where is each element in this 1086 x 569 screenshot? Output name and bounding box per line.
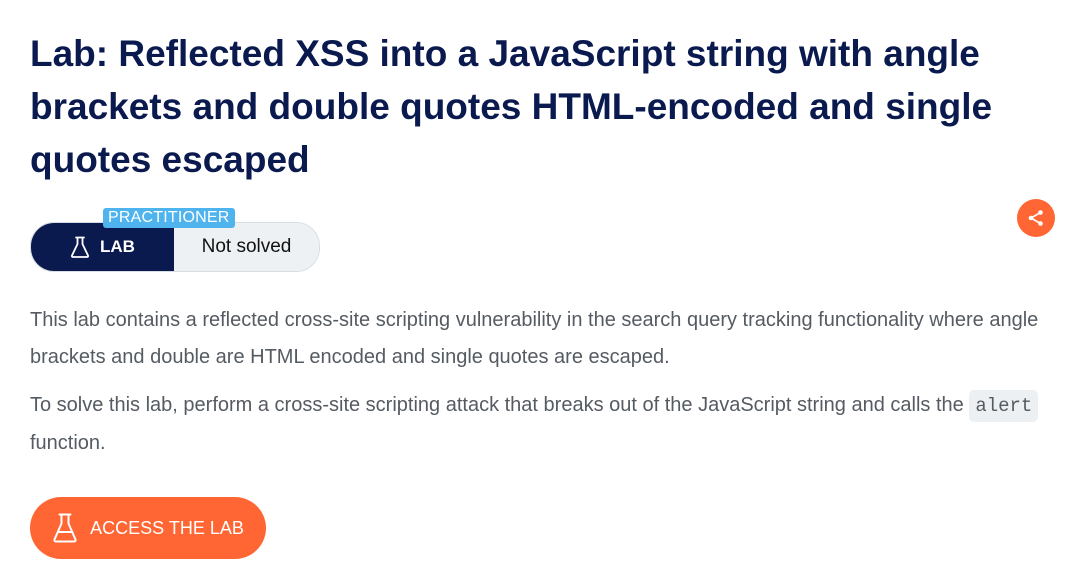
access-lab-button[interactable]: ACCESS THE LAB <box>30 497 266 559</box>
lab-status-pill: LAB Not solved <box>30 222 320 272</box>
lab-type-text: LAB <box>100 237 135 256</box>
status-badge: Not solved <box>174 223 319 271</box>
access-lab-label: ACCESS THE LAB <box>90 517 244 538</box>
instructions-text-end: function. <box>30 432 106 454</box>
lab-page: Lab: Reflected XSS into a JavaScript str… <box>0 0 1086 569</box>
instructions-text-start: To solve this lab, perform a cross-site … <box>30 394 970 416</box>
lab-type-label: LAB <box>31 223 174 271</box>
share-button[interactable] <box>1017 199 1055 237</box>
page-title: Lab: Reflected XSS into a JavaScript str… <box>30 33 993 180</box>
alert-code: alert <box>969 390 1039 422</box>
lab-instructions: To solve this lab, perform a cross-site … <box>30 387 1060 462</box>
lab-description: This lab contains a reflected cross-site… <box>30 309 1039 368</box>
flask-icon <box>53 513 77 543</box>
flask-icon <box>70 236 90 258</box>
difficulty-level-tag: PRACTITIONER <box>103 208 235 228</box>
share-icon <box>1028 210 1043 226</box>
